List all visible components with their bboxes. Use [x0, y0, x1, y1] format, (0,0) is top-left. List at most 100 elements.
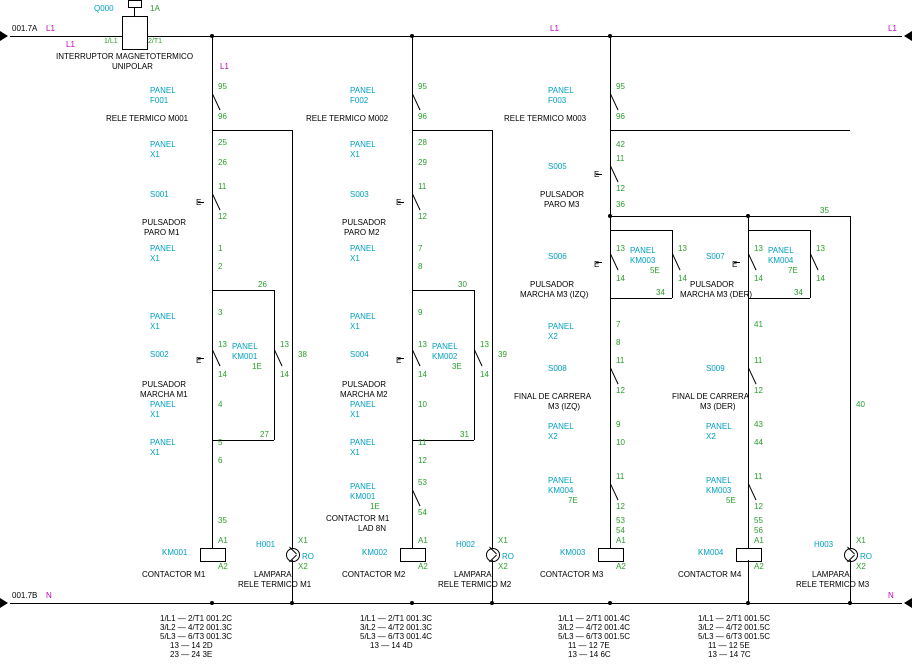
b3-kmp-l: PANEL [630, 246, 656, 255]
breaker-t1: 1/L1 [104, 38, 118, 45]
b1-mar: PULSADOR [142, 380, 186, 389]
b1-lamp4: RELE TERMICO M1 [238, 580, 311, 589]
b3-coil-r-icon [736, 548, 762, 562]
b1-x2a: PANEL [150, 244, 176, 253]
b3-ctl1: 3/L2 — 4/T2 001.4C [558, 623, 630, 632]
b3-ctr2: 5/L3 — 6/T3 001.5C [698, 632, 770, 641]
b3-smar-l: S006 [548, 252, 567, 261]
b2-sparo: S003 [350, 190, 369, 199]
b1-ct0: 1/L1 — 2/T1 001.2C [160, 614, 232, 623]
b1-ct3: 13 — 14 2D [170, 641, 213, 650]
b1-x1b: X1 [150, 150, 160, 159]
b1-paro: PULSADOR [142, 218, 186, 227]
b3-paro2: PARO M3 [544, 200, 579, 209]
b2-kme: 3E [452, 362, 462, 371]
b1-p95: 95 [218, 82, 227, 91]
b2-smar: S004 [350, 350, 369, 359]
b2-mar: PULSADOR [342, 380, 386, 389]
n-left: N [46, 591, 52, 600]
b3-kme-l: 5E [650, 266, 660, 275]
b1-rele: RELE TERMICO M001 [106, 114, 188, 123]
b3-coil-l-icon [598, 548, 624, 562]
b2-ct0: 1/L1 — 2/T1 001.3C [360, 614, 432, 623]
b2-mar2: MARCHA M2 [340, 390, 388, 399]
b1-ct4: 23 — 24 3E [170, 650, 212, 659]
b3-ctl2: 5/L3 — 6/T3 001.5C [558, 632, 630, 641]
b1-mar2: MARCHA M1 [140, 390, 188, 399]
b1-kml: KM001 [162, 548, 187, 557]
b2-kmla: PANEL [350, 482, 376, 491]
b2-rele: RELE TERMICO M002 [306, 114, 388, 123]
breaker-icon [122, 16, 148, 50]
b3-sfc-r: S009 [706, 364, 725, 373]
b3-sparo: S005 [548, 162, 567, 171]
b2-lamp2: RO [502, 552, 514, 561]
b1-f: F001 [150, 96, 168, 105]
b3-ctr3: 11 — 12 5E [708, 641, 750, 650]
b3-kmirc: 5E [726, 496, 736, 505]
schematic-canvas: { "bus":{"left_tag":"001.7A","right_top"… [0, 0, 912, 667]
b2-f: F002 [350, 96, 368, 105]
b3-kmp-r: PANEL [768, 246, 794, 255]
breaker-name: Q000 [94, 4, 114, 13]
b1-ct2: 5/L3 — 6/T3 001.3C [160, 632, 232, 641]
b1-kme: 1E [252, 362, 262, 371]
b2-kml: KM002 [362, 548, 387, 557]
breaker-t2: 2/T1 [148, 38, 162, 45]
b3-kmirb: KM003 [706, 486, 731, 495]
b3-xplb: X2 [548, 432, 558, 441]
b1-panel: PANEL [150, 86, 176, 95]
b3-ctr0: 1/L1 — 2/T1 001.5C [698, 614, 770, 623]
b3-cont2: CONTACTOR M4 [678, 570, 741, 579]
b1-lamp: H001 [256, 540, 275, 549]
b1-coil-icon [200, 548, 226, 562]
b1-lamp2: RO [302, 552, 314, 561]
b3-x2b: X2 [548, 332, 558, 341]
b1-sparo: S001 [150, 190, 169, 199]
b2-lamp4: RELE TERMICO M2 [438, 580, 511, 589]
b2-kmlb: KM001 [350, 492, 375, 501]
b3-mar-l: PULSADOR [530, 280, 574, 289]
b3-kmilc: 7E [568, 496, 578, 505]
b3-kml2: KM004 [698, 548, 723, 557]
b3-lamp: H003 [814, 540, 833, 549]
b3-ctr1: 3/L2 — 4/T2 001.5C [698, 623, 770, 632]
b2-coil-icon [400, 548, 426, 562]
b3-ctr4: 13 — 14 7C [708, 650, 751, 659]
b3-smar-r: S007 [706, 252, 725, 261]
b2-kmp: PANEL [432, 342, 458, 351]
b3-rele: RELE TERMICO M003 [504, 114, 586, 123]
b1-km: KM001 [232, 352, 257, 361]
b2-kmlc: 1E [370, 502, 380, 511]
b2-ct2: 5/L3 — 6/T3 001.4C [360, 632, 432, 641]
b2-panel: PANEL [350, 86, 376, 95]
b3-lamp4: RELE TERMICO M3 [796, 580, 869, 589]
b3-lamp2: RO [860, 552, 872, 561]
b1-smar: S002 [150, 350, 169, 359]
b1-kmp: PANEL [232, 342, 258, 351]
b1-x2b: X1 [150, 254, 160, 263]
b3-fc-r2: M3 (DER) [700, 402, 736, 411]
b3-kmila: PANEL [548, 476, 574, 485]
b3-kmira: PANEL [706, 476, 732, 485]
b3-km-l: KM003 [630, 256, 655, 265]
b1-p26: 26 [218, 158, 227, 167]
b3-xpla: PANEL [548, 422, 574, 431]
b3-ctl4: 13 — 14 6C [568, 650, 611, 659]
b3-kme-r: 7E [788, 266, 798, 275]
b3-ctl3: 11 — 12 7E [568, 641, 610, 650]
b3-ctl0: 1/L1 — 2/T1 001.4C [558, 614, 630, 623]
bus-left-tag: 001.7A [12, 24, 37, 33]
b3-mar-r: PULSADOR [690, 280, 734, 289]
breaker-rating: 1A [150, 4, 160, 13]
b1-lamp3: LAMPARA [254, 570, 292, 579]
b3-fc-r: FINAL DE CARRERA [672, 392, 749, 401]
b3-mar-l2: MARCHA M3 (IZQ) [520, 290, 588, 299]
b3-fc-l2: M3 (IZQ) [548, 402, 580, 411]
n-right: N [888, 591, 894, 600]
b2-ct3: 13 — 14 4D [370, 641, 413, 650]
b2-ct1: 3/L2 — 4/T2 001.3C [360, 623, 432, 632]
b1-ct1: 3/L2 — 4/T2 001.3C [160, 623, 232, 632]
b2-kmlab: CONTACTOR M1 [326, 514, 389, 523]
b1-x1a: PANEL [150, 140, 176, 149]
